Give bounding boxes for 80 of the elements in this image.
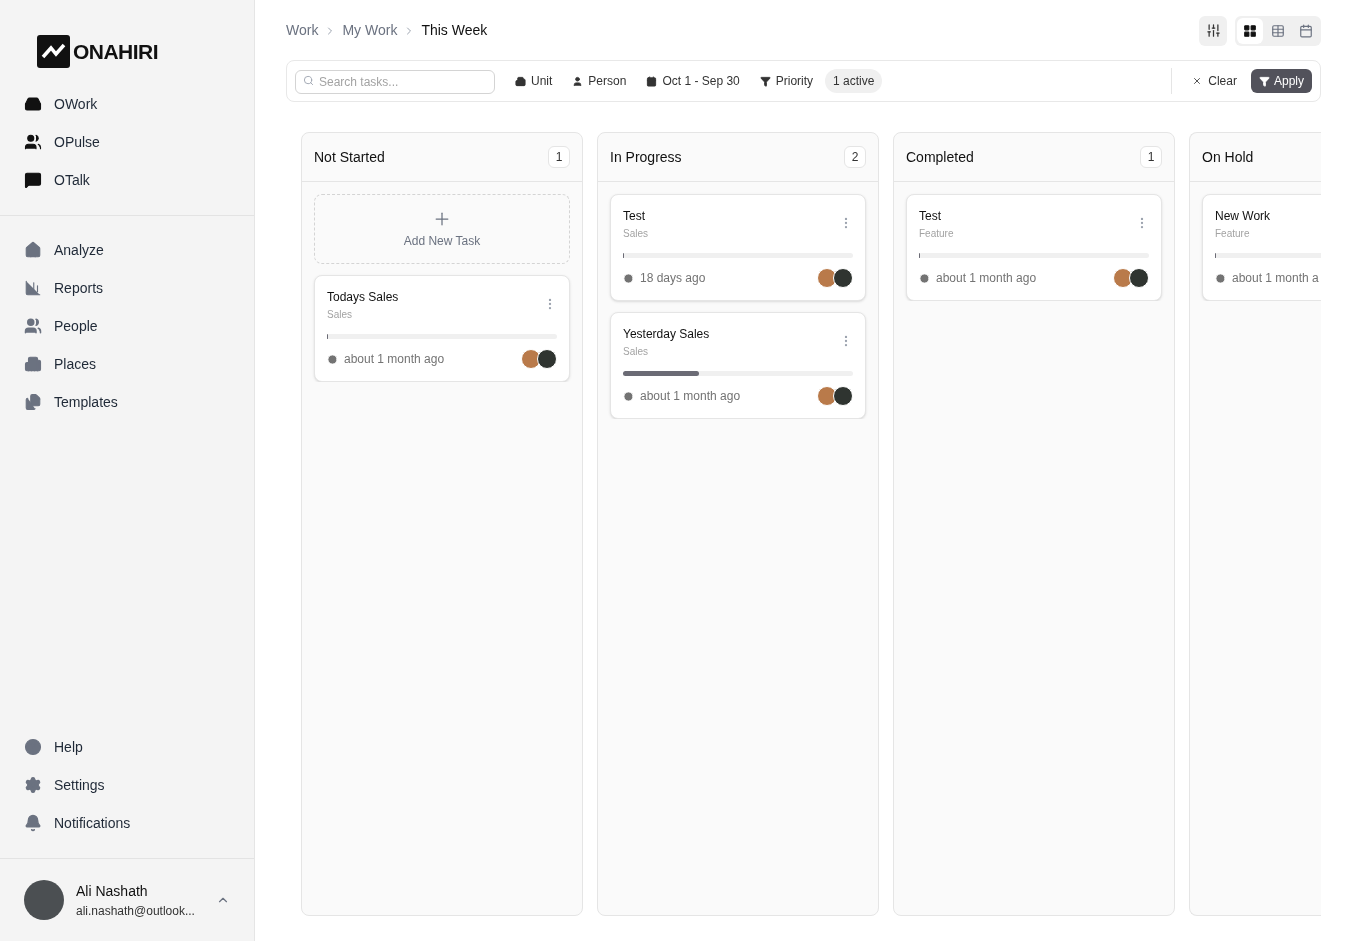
task-category: Feature	[1215, 227, 1251, 241]
task-title: Todays Sales	[327, 289, 399, 306]
column-title: In Progress	[610, 147, 682, 167]
grid-icon	[1243, 23, 1257, 38]
breadcrumb-link[interactable]: This Week	[421, 20, 488, 41]
filter-chip[interactable]: Person	[564, 69, 635, 93]
column-title: On Hold	[1202, 147, 1254, 167]
sidebar-item[interactable]: Templates	[0, 383, 254, 421]
breadcrumb-link[interactable]: Work	[286, 20, 319, 41]
task-time: about 1 month ago	[640, 388, 741, 405]
apply-button[interactable]: Apply	[1250, 69, 1312, 93]
sidebar-item[interactable]: Notifications	[0, 804, 254, 842]
filter-icon	[759, 75, 771, 87]
active-badge: 1 active	[825, 69, 883, 93]
settings-icon	[24, 776, 42, 794]
task-time: about 1 month ago	[344, 351, 445, 368]
avatar	[817, 268, 837, 288]
task-card[interactable]: New Work Feature about 1 month a	[1202, 194, 1321, 301]
avatar	[1129, 268, 1149, 288]
logo-icon	[37, 35, 70, 68]
documents-icon	[24, 393, 42, 411]
avatar	[1113, 268, 1133, 288]
avatar	[537, 349, 557, 369]
task-card[interactable]: Yesterday Sales Sales about 1 month ago	[610, 312, 866, 419]
bell-icon	[24, 814, 42, 832]
count-badge: 1	[1140, 146, 1162, 168]
column-title: Not Started	[314, 147, 385, 167]
view-button[interactable]	[1237, 17, 1263, 44]
breadcrumb-link[interactable]: My Work	[342, 20, 398, 41]
filter-chip[interactable]: Oct 1 - Sep 30	[638, 69, 748, 93]
avatar	[833, 386, 853, 406]
column-title: Completed	[906, 147, 974, 167]
task-category: Sales	[623, 345, 649, 359]
avatar	[817, 386, 837, 406]
task-card[interactable]: Test Feature about 1 month ago	[906, 194, 1162, 301]
task-category: Sales	[327, 308, 353, 322]
task-time: about 1 month ago	[936, 270, 1037, 287]
filter-chip[interactable]: Priority	[751, 69, 822, 93]
task-title: New Work	[1215, 208, 1271, 225]
task-category: Sales	[623, 227, 648, 241]
clear-button[interactable]: Clear	[1182, 69, 1247, 93]
search-icon	[303, 74, 314, 86]
task-card[interactable]: Test Sales 18 days ago	[610, 194, 866, 301]
count-badge: 1	[548, 146, 570, 168]
task-category: Feature	[919, 227, 954, 241]
avatar	[521, 349, 541, 369]
people-icon	[24, 133, 42, 151]
filter-chip[interactable]: Unit	[507, 69, 561, 93]
add-task-button[interactable]: Add New Task	[314, 194, 570, 264]
sidebar-item[interactable]: Analyze	[0, 231, 254, 269]
sidebar-item[interactable]: OWork	[0, 85, 254, 123]
user-avatar[interactable]	[24, 880, 64, 920]
task-time: 18 days ago	[640, 270, 706, 287]
person-icon	[572, 75, 584, 87]
table-icon	[1271, 23, 1285, 38]
sidebar-item[interactable]: People	[0, 307, 254, 345]
chat-bubble-icon	[24, 171, 42, 189]
adjust-button[interactable]	[1199, 15, 1227, 46]
home-icon	[24, 241, 42, 259]
sidebar-item[interactable]: OTalk	[0, 161, 254, 199]
user-email: ali.nashath@outlook...	[76, 902, 196, 920]
sidebar-item[interactable]: Places	[0, 345, 254, 383]
sliders-icon	[1205, 23, 1221, 38]
task-title: Test	[919, 208, 942, 225]
task-card[interactable]: Todays Sales Sales about 1 month ago	[314, 275, 570, 382]
sidebar-item[interactable]: Help	[0, 728, 254, 766]
count-badge: 2	[844, 146, 866, 168]
task-time: about 1 month a	[1232, 270, 1319, 287]
avatar	[833, 268, 853, 288]
filter-icon	[1258, 75, 1270, 87]
logo-text: ONAHIRI	[73, 38, 158, 65]
search-field[interactable]: Search tasks...	[295, 69, 495, 94]
close-icon	[1192, 76, 1203, 86]
user-name: Ali Nashath	[76, 881, 149, 901]
task-title: Test	[623, 208, 646, 225]
sidebar-item[interactable]: Reports	[0, 269, 254, 307]
people-icon	[24, 317, 42, 335]
task-title: Yesterday Sales	[623, 326, 710, 343]
sidebar-item[interactable]: OPulse	[0, 123, 254, 161]
sidebar-item[interactable]: Settings	[0, 766, 254, 804]
